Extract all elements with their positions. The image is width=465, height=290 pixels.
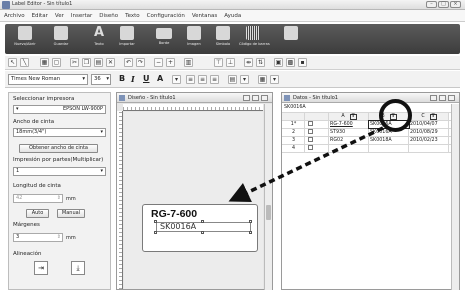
- drag-arrow: [228, 126, 384, 202]
- arrow-line: [228, 126, 384, 202]
